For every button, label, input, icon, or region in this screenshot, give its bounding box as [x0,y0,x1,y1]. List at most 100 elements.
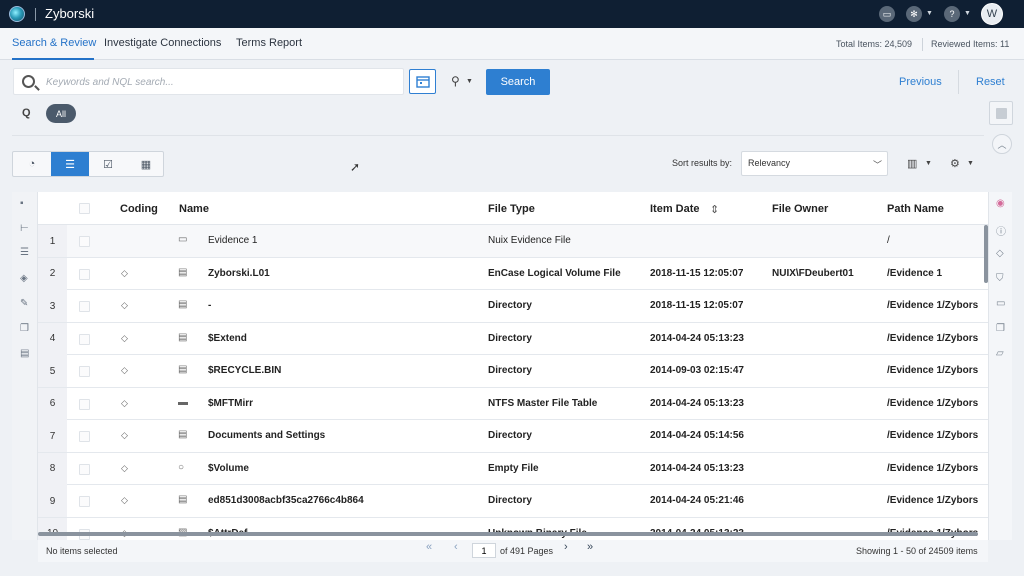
row-checkbox[interactable] [79,301,90,312]
filter-pill-all[interactable]: All [46,104,76,123]
tab-investigate-connections[interactable]: Investigate Connections [104,37,221,49]
tag-icon[interactable]: ◇ [121,333,128,344]
tag-icon[interactable]: ◇ [121,463,128,474]
tag-icon[interactable]: ◇ [121,268,128,279]
row-checkbox[interactable] [79,463,90,475]
search-input[interactable] [46,73,396,91]
row-checkbox[interactable] [79,333,90,345]
row-checkbox[interactable] [79,398,90,410]
cell-path-name: /Evidence 1/Zybors [887,495,979,506]
cell-name: ed851d3008acbf35ca2766c4b864 [208,495,364,506]
save-search-button[interactable] [989,101,1013,125]
table-row[interactable]: 10◇▧$AttrDefUnknown Binary File2014-04-2… [38,517,988,540]
tab-terms-report[interactable]: Terms Report [236,37,302,49]
tag-edit-icon[interactable]: ✎ [20,298,28,309]
tree-icon[interactable]: ⊢ [20,223,29,234]
query-builder-icon[interactable]: ⚲ [451,74,460,88]
app-logo[interactable] [9,6,25,22]
collapse-chevron-up-icon[interactable]: ︿ [992,134,1012,154]
row-checkbox[interactable] [79,431,90,442]
help-chevron-down-icon[interactable]: ▼ [964,10,971,17]
cell-file-type: Empty File [488,462,539,474]
table-row[interactable]: 1 ▭ Evidence 1 Nuix Evidence File / [38,225,988,258]
column-header-coding[interactable]: Coding [120,203,158,215]
last-page-icon[interactable]: » [587,541,593,553]
copy-icon[interactable]: ❐ [20,323,29,334]
cell-item-date: 2014-04-24 05:13:23 [650,332,744,344]
table-row[interactable]: 3 ◇ ▤ - Directory 2018-11-15 12:05:07/Evidenc… [38,290,988,323]
previous-link[interactable]: Previous [899,76,942,88]
chart-chevron-down-icon[interactable]: ▼ [925,160,932,167]
review-view-icon[interactable]: ☑ [89,152,127,176]
user-avatar[interactable]: W [981,3,1003,25]
shield-icon[interactable]: ⛉ [996,273,1004,284]
chart-icon[interactable]: ▥ [907,157,917,170]
tag-icon[interactable]: ◇ [121,398,128,409]
column-settings-icon[interactable]: ⚙ [950,157,960,170]
sort-arrows-icon[interactable]: ⇕ [710,203,719,216]
next-page-icon[interactable]: › [564,541,568,553]
sort-select[interactable]: Relevancy ﹀ [741,151,888,176]
table-row[interactable]: 9 ◇ ▤ ed851d3008acbf35ca2766c4b864 Directory… [38,485,988,518]
tab-search-review[interactable]: Search & Review [12,37,96,49]
previous-page-icon[interactable]: ‹ [454,541,458,553]
column-header-path-name[interactable]: Path Name [887,203,944,215]
row-checkbox[interactable] [79,268,90,280]
horizontal-scrollbar[interactable] [38,532,978,536]
row-number: 7 [38,420,67,452]
list-view-icon[interactable]: ☰ [51,152,89,176]
query-label: Q [22,107,31,119]
page-number-input[interactable] [472,543,496,558]
cell-path-name: /Evidence 1/Zybors [887,397,979,409]
column-header-file-type[interactable]: File Type [488,203,535,215]
showing-count: Showing 1 - 50 of 24509 items [856,546,978,556]
filters-icon[interactable]: ☰ [20,247,29,258]
row-number: 9 [38,485,67,517]
copy-icon[interactable]: ❐ [996,323,1005,334]
column-header-name[interactable]: Name [179,203,209,215]
date-picker-button[interactable] [409,69,436,94]
folder-icon[interactable]: ▱ [996,348,1004,359]
settings-chevron-down-icon[interactable]: ▼ [926,10,933,17]
archive-icon: ▤ [178,429,188,440]
row-checkbox[interactable] [79,496,90,507]
title-divider [35,8,36,21]
help-icon[interactable]: ? [944,6,960,22]
column-header-item-date[interactable]: Item Date [650,203,700,215]
tag-icon[interactable]: ◇ [121,495,128,506]
inbox-icon[interactable]: ▭ [879,6,895,22]
document-icon[interactable]: ▤ [20,348,29,359]
table-row[interactable]: 5 ◇ ▤ $RECYCLE.BIN Directory 2014-09-03 02:15… [38,355,988,388]
eye-icon[interactable]: ◉ [996,198,1005,209]
selection-status: No items selected [46,546,118,556]
row-checkbox[interactable] [79,236,90,247]
reset-link[interactable]: Reset [976,76,1005,88]
row-checkbox[interactable] [79,366,90,377]
settings-gear-icon[interactable]: ✻ [906,6,922,22]
info-icon[interactable]: ⓘ [996,223,1006,238]
row-number: 2 [38,257,67,290]
grid-view-icon[interactable]: ▦ [127,152,165,176]
tag-icon[interactable]: ◇ [121,430,128,441]
column-settings-chevron-down-icon[interactable]: ▼ [967,160,974,167]
save-icon[interactable]: ▪ [20,198,24,209]
tag-icon[interactable]: ◇ [121,300,128,311]
search-button[interactable]: Search [486,69,550,95]
first-page-icon[interactable]: « [426,541,432,553]
table-row[interactable]: 8 ◇ ○ $Volume Empty File 2014-04-24 05:13:23 /… [38,452,988,485]
dashboard-view-icon[interactable]: ◔ [13,152,51,176]
tag-icon[interactable]: ◇ [121,365,128,376]
table-row[interactable]: 7 ◇ ▤ Documents and Settings Directory 2014-0… [38,420,988,453]
cell-name: Evidence 1 [208,235,258,246]
table-row[interactable]: 4 ◇ ▤ $Extend Directory 2014-04-24 05:13:23/E… [38,322,988,355]
layers-icon[interactable]: ◈ [20,273,28,284]
comment-icon[interactable]: ▭ [996,298,1005,309]
reviewed-items-count: Reviewed Items: 11 [931,39,1010,49]
tag-icon[interactable]: ◇ [996,248,1004,259]
table-row[interactable]: 6 ◇ ▬ $MFTMirr NTFS Master File Table 2014-04… [38,387,988,420]
table-row[interactable]: 2 ◇ ▤ Zyborski.L01 EnCase Logical Volume Fil… [38,257,988,290]
query-builder-chevron-down-icon[interactable]: ▼ [466,78,473,85]
total-items-count: Total Items: 24,509 [836,39,913,49]
select-all-checkbox[interactable] [79,203,90,214]
column-header-file-owner[interactable]: File Owner [772,203,828,215]
